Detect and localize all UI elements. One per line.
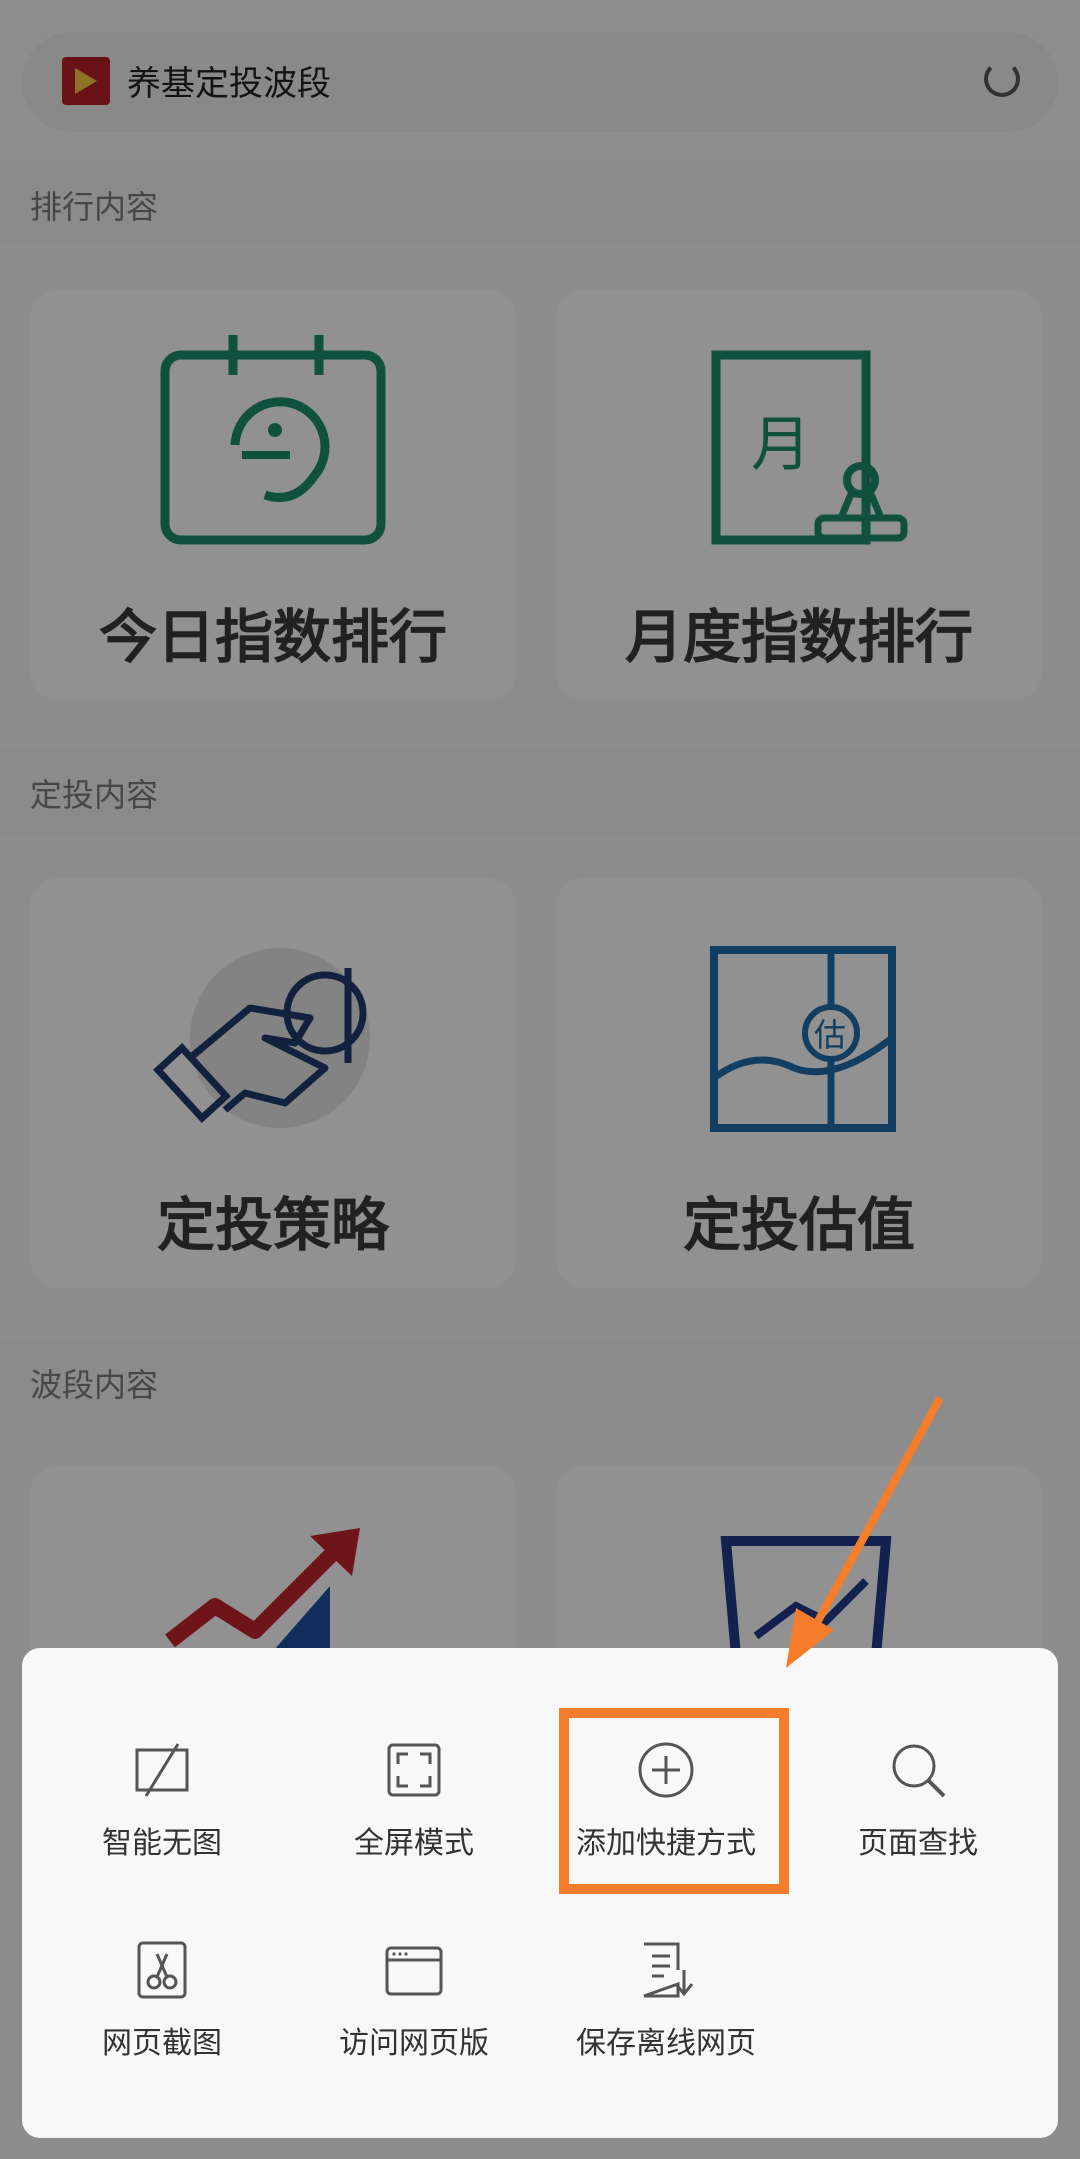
annotation-arrow — [786, 1396, 944, 1668]
